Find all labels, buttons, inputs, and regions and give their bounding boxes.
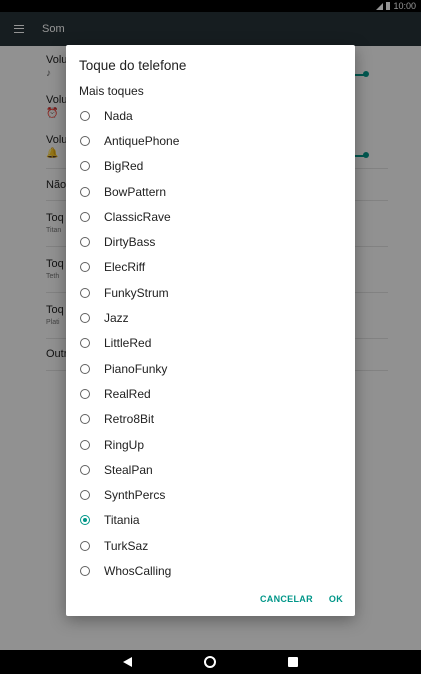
- ringtone-option-label: Jazz: [104, 311, 129, 326]
- radio-unchecked-icon[interactable]: [80, 186, 90, 197]
- ringtone-option-label: Titania: [104, 513, 140, 528]
- radio-checked-icon[interactable]: [80, 515, 90, 526]
- radio-unchecked-icon[interactable]: [80, 490, 90, 501]
- ringtone-option-label: LittleRed: [104, 336, 152, 351]
- cancel-button[interactable]: CANCELAR: [260, 594, 313, 604]
- ringtone-option-label: RealRed: [104, 386, 151, 401]
- ringtone-option[interactable]: Titania: [66, 508, 355, 533]
- ringtone-option[interactable]: BowPattern: [66, 179, 355, 204]
- ringtone-option-label: WhosCalling: [104, 563, 172, 578]
- radio-unchecked-icon[interactable]: [80, 287, 90, 298]
- radio-unchecked-icon[interactable]: [80, 363, 90, 374]
- ringtone-option[interactable]: RealRed: [66, 381, 355, 406]
- radio-unchecked-icon[interactable]: [80, 262, 90, 273]
- back-icon[interactable]: [123, 657, 132, 667]
- ringtone-option[interactable]: BigRed: [66, 154, 355, 179]
- ringtone-option-label: TurkSaz: [104, 538, 149, 553]
- ringtone-option-label: PianoFunky: [104, 361, 168, 376]
- ringtone-option[interactable]: LittleRed: [66, 331, 355, 356]
- ringtone-option-label: Retro8Bit: [104, 412, 155, 427]
- radio-unchecked-icon[interactable]: [80, 110, 90, 121]
- ringtone-option-label: BowPattern: [104, 184, 167, 199]
- ringtone-option-label: RingUp: [104, 437, 145, 452]
- ringtone-option-label: ClassicRave: [104, 209, 171, 224]
- radio-unchecked-icon[interactable]: [80, 313, 90, 324]
- ringtone-option[interactable]: Jazz: [66, 305, 355, 330]
- dialog-subtitle: Mais toques: [79, 84, 144, 98]
- radio-unchecked-icon[interactable]: [80, 540, 90, 551]
- ringtone-option-label: StealPan: [104, 462, 153, 477]
- ringtone-option-label: BigRed: [104, 159, 144, 174]
- radio-unchecked-icon[interactable]: [80, 565, 90, 576]
- dialog-actions: CANCELAR OK: [260, 594, 343, 604]
- ringtone-dialog: Toque do telefone Mais toques Nada Antiqu…: [66, 45, 355, 616]
- radio-unchecked-icon[interactable]: [80, 439, 90, 450]
- ringtone-option[interactable]: WhosCalling: [66, 558, 355, 583]
- recents-icon[interactable]: [288, 657, 298, 667]
- radio-unchecked-icon[interactable]: [80, 464, 90, 475]
- radio-unchecked-icon[interactable]: [80, 161, 90, 172]
- ringtone-option[interactable]: DirtyBass: [66, 229, 355, 254]
- ringtone-option[interactable]: AntiquePhone: [66, 128, 355, 153]
- ringtone-option[interactable]: Retro8Bit: [66, 407, 355, 432]
- ringtone-option[interactable]: PianoFunky: [66, 356, 355, 381]
- ringtone-option[interactable]: ClassicRave: [66, 204, 355, 229]
- ringtone-option[interactable]: FunkyStrum: [66, 280, 355, 305]
- radio-unchecked-icon[interactable]: [80, 338, 90, 349]
- ringtone-options-list: Nada AntiquePhone BigRed BowPattern ClassicR…: [66, 103, 355, 584]
- ringtone-option-label: AntiquePhone: [104, 133, 180, 148]
- ringtone-option[interactable]: TurkSaz: [66, 533, 355, 558]
- ringtone-option-label: SynthPercs: [104, 488, 166, 503]
- radio-unchecked-icon[interactable]: [80, 211, 90, 222]
- ringtone-option[interactable]: ElecRiff: [66, 255, 355, 280]
- ringtone-option-label: Nada: [104, 108, 133, 123]
- dialog-title: Toque do telefone: [79, 58, 187, 73]
- ringtone-option[interactable]: Nada: [66, 103, 355, 128]
- ringtone-option[interactable]: RingUp: [66, 432, 355, 457]
- navigation-bar: [0, 650, 421, 674]
- radio-unchecked-icon[interactable]: [80, 388, 90, 399]
- ringtone-option-label: ElecRiff: [104, 260, 146, 275]
- ringtone-option[interactable]: SynthPercs: [66, 482, 355, 507]
- radio-unchecked-icon[interactable]: [80, 237, 90, 248]
- home-icon[interactable]: [204, 656, 216, 668]
- ringtone-option-label: FunkyStrum: [104, 285, 169, 300]
- radio-unchecked-icon[interactable]: [80, 135, 90, 146]
- radio-unchecked-icon[interactable]: [80, 414, 90, 425]
- ringtone-option-label: DirtyBass: [104, 235, 156, 250]
- ok-button[interactable]: OK: [329, 594, 343, 604]
- ringtone-option[interactable]: StealPan: [66, 457, 355, 482]
